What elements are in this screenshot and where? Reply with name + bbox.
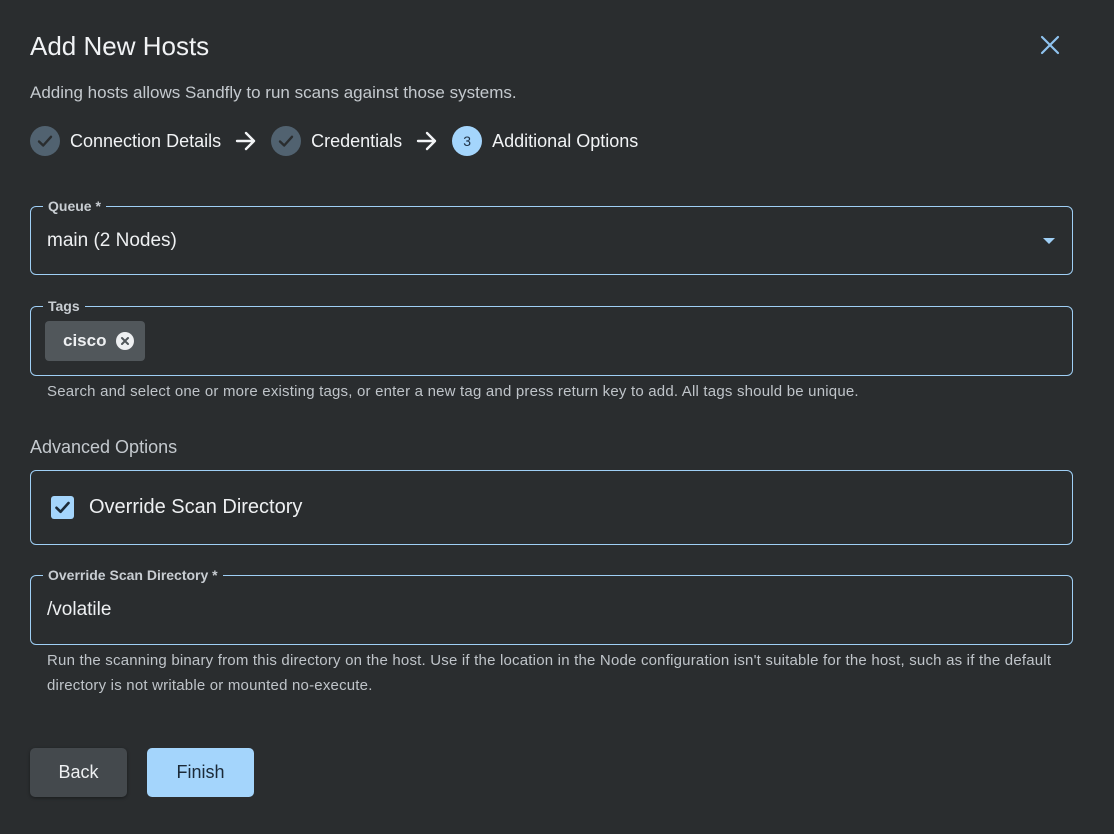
add-hosts-dialog: Add New Hosts Adding hosts allows Sandfl… [0, 0, 1114, 834]
override-scan-directory-label: Override Scan Directory [89, 496, 303, 518]
step-additional-options: 3 Additional Options [452, 126, 638, 156]
scan-directory-hint: Run the scanning binary from this direct… [47, 652, 1052, 694]
step-label: Credentials [311, 130, 403, 151]
check-icon [278, 135, 294, 147]
close-button[interactable] [1036, 31, 1064, 59]
scan-directory-value: /volatile [47, 599, 112, 620]
queue-label: Queue * [43, 197, 106, 215]
remove-tag-icon[interactable] [116, 332, 135, 350]
arrow-right-icon [235, 131, 257, 151]
step-completed-circle [271, 126, 302, 156]
step-label: Connection Details [70, 130, 222, 151]
step-credentials: Credentials [271, 126, 402, 156]
override-scan-directory-option[interactable]: Override Scan Directory [30, 470, 1073, 545]
caret-down-icon[interactable] [1043, 238, 1055, 244]
step-completed-circle [30, 126, 60, 156]
close-icon [1040, 35, 1060, 55]
stepper: Connection Details Credentials 3 Additio… [30, 126, 638, 156]
scan-directory-label: Override Scan Directory * [43, 566, 223, 584]
step-number-circle: 3 [452, 126, 483, 156]
dialog-subtitle: Adding hosts allows Sandfly to run scans… [30, 83, 517, 102]
back-button[interactable]: Back [30, 748, 127, 797]
tags-hint: Search and select one or more existing t… [47, 383, 859, 400]
scan-directory-input[interactable]: Override Scan Directory * /volatile [30, 566, 1073, 645]
step-label: Additional Options [492, 130, 639, 151]
finish-button[interactable]: Finish [147, 748, 254, 797]
check-icon [55, 501, 70, 514]
arrow-right-icon [416, 131, 438, 151]
tags-label: Tags [43, 297, 85, 315]
step-connection-details: Connection Details [30, 126, 221, 156]
tags-input[interactable]: Tags cisco [30, 297, 1073, 376]
tag-chip-label: cisco [63, 331, 107, 350]
check-icon [37, 135, 53, 147]
queue-select[interactable]: Queue * main (2 Nodes) [30, 197, 1073, 275]
advanced-options-title: Advanced Options [30, 437, 178, 457]
queue-value: main (2 Nodes) [47, 230, 177, 251]
tag-chip[interactable]: cisco [45, 321, 146, 361]
override-scan-directory-checkbox[interactable] [51, 496, 74, 519]
dialog-title: Add New Hosts [30, 31, 210, 61]
